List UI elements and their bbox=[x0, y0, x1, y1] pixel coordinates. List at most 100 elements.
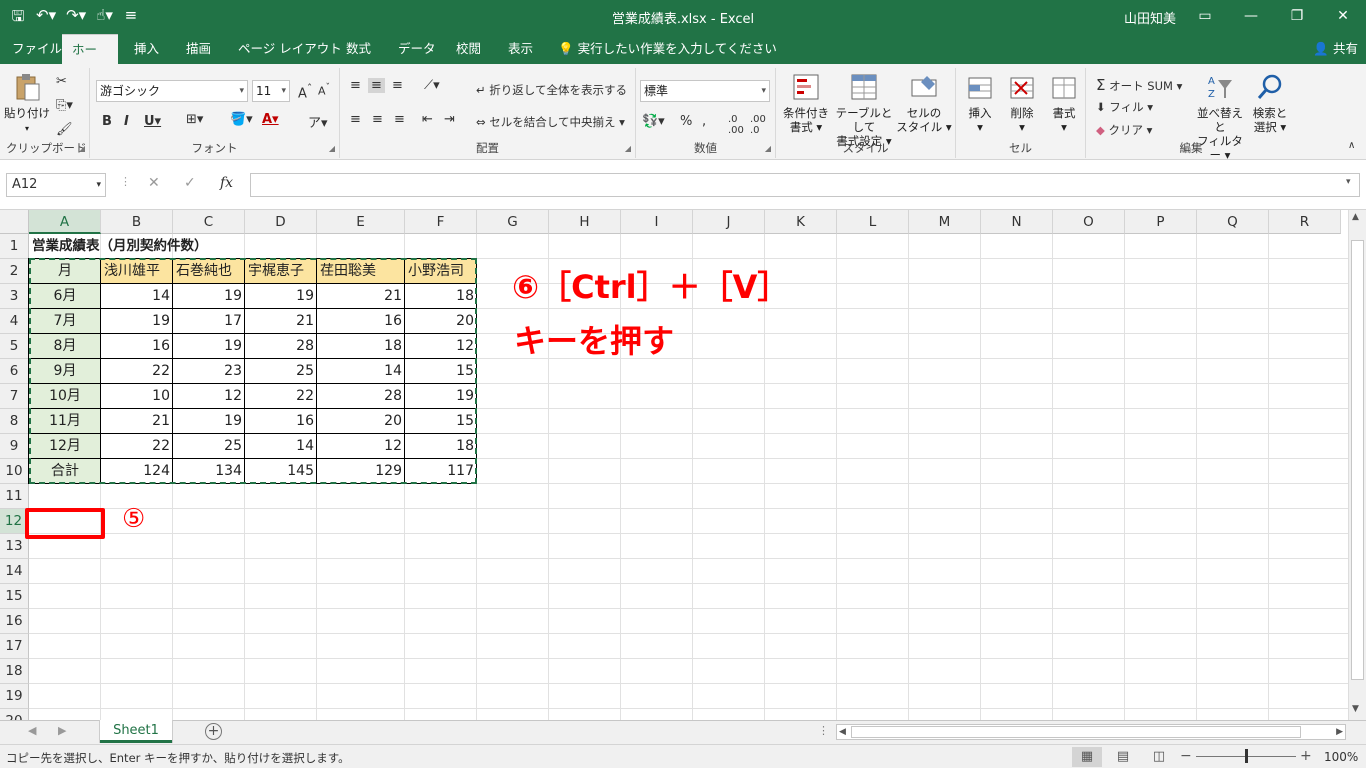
italic-icon[interactable]: I bbox=[124, 114, 129, 129]
page-break-view-icon[interactable]: ◫ bbox=[1144, 747, 1174, 767]
find-select-button[interactable]: 検索と 選択 ▾ bbox=[1248, 72, 1292, 134]
copy-icon[interactable]: ⎘▾ bbox=[56, 98, 73, 113]
next-sheet-icon[interactable]: ▶ bbox=[58, 724, 66, 737]
number-format-combo[interactable]: 標準 ▾ bbox=[640, 80, 770, 102]
tell-me-box[interactable]: 💡 実行したい作業を入力してください bbox=[558, 34, 777, 64]
column-header-d[interactable]: D bbox=[245, 210, 317, 234]
page-layout-view-icon[interactable]: ▤ bbox=[1108, 747, 1138, 767]
sheet-tab-sheet1[interactable]: Sheet1 bbox=[100, 720, 172, 743]
tab-formulas[interactable]: 数式 bbox=[336, 34, 381, 64]
add-sheet-icon[interactable]: + bbox=[205, 723, 222, 740]
zoom-out-icon[interactable]: − bbox=[1180, 748, 1192, 764]
column-header-b[interactable]: B bbox=[101, 210, 173, 234]
zoom-slider-thumb[interactable] bbox=[1245, 749, 1248, 763]
row-header-4[interactable]: 4 bbox=[0, 309, 29, 334]
column-header-h[interactable]: H bbox=[549, 210, 621, 234]
autosum-button[interactable]: Σ オート SUM ▾ bbox=[1096, 76, 1182, 94]
column-header-i[interactable]: I bbox=[621, 210, 693, 234]
cut-icon[interactable]: ✂ bbox=[56, 74, 67, 89]
underline-icon[interactable]: U▾ bbox=[144, 114, 161, 129]
decrease-indent-icon[interactable]: ⇤ bbox=[422, 112, 433, 127]
tab-page-layout[interactable]: ページ レイアウト bbox=[228, 34, 352, 64]
decrease-font-icon[interactable]: Aˇ bbox=[318, 82, 330, 98]
vertical-scroll-thumb[interactable] bbox=[1351, 240, 1364, 680]
row-header-20[interactable]: 20 bbox=[0, 709, 29, 720]
row-header-14[interactable]: 14 bbox=[0, 559, 29, 584]
align-center-icon[interactable]: ≡ bbox=[372, 112, 383, 127]
conditional-formatting-button[interactable]: 条件付き 書式 ▾ bbox=[778, 72, 834, 134]
column-header-q[interactable]: Q bbox=[1197, 210, 1269, 234]
borders-icon[interactable]: ⊞▾ bbox=[186, 112, 203, 127]
align-bottom-icon[interactable]: ≡ bbox=[392, 78, 403, 93]
enter-icon[interactable]: ✓ bbox=[184, 175, 196, 191]
paste-button[interactable]: 貼り付け ▾ bbox=[4, 72, 50, 136]
wrap-text-button[interactable]: ↵ 折り返して全体を表示する bbox=[476, 82, 627, 98]
font-size-combo[interactable]: 11 ▾ bbox=[252, 80, 290, 102]
sheet-title-cell[interactable]: 営業成績表（月別契約件数） bbox=[29, 234, 211, 259]
align-left-icon[interactable]: ≡ bbox=[350, 112, 361, 127]
dialog-launcher-icon[interactable]: ◢ bbox=[329, 144, 335, 153]
scroll-down-icon[interactable]: ▼ bbox=[1352, 704, 1359, 714]
tab-insert[interactable]: 挿入 bbox=[124, 34, 169, 64]
name-box[interactable]: A12 ▾ bbox=[6, 173, 106, 197]
merge-center-button[interactable]: ⇔ セルを結合して中央揃え ▾ bbox=[476, 114, 625, 130]
tab-home[interactable]: ホーム bbox=[62, 34, 118, 87]
scroll-right-icon[interactable]: ▶ bbox=[1336, 725, 1343, 739]
tab-data[interactable]: データ bbox=[388, 34, 446, 64]
expand-formula-icon[interactable]: ▾ bbox=[1346, 177, 1351, 187]
minimize-icon[interactable]: — bbox=[1228, 0, 1274, 32]
collapse-ribbon-icon[interactable]: ∧ bbox=[1348, 140, 1355, 151]
row-header-8[interactable]: 8 bbox=[0, 409, 29, 434]
align-middle-icon[interactable]: ≡ bbox=[368, 78, 385, 93]
ribbon-display-icon[interactable]: ▭ bbox=[1182, 0, 1228, 32]
prev-sheet-icon[interactable]: ◀ bbox=[28, 724, 36, 737]
font-color-icon[interactable]: A▾ bbox=[262, 112, 279, 127]
column-header-g[interactable]: G bbox=[477, 210, 549, 234]
row-header-11[interactable]: 11 bbox=[0, 484, 29, 509]
column-header-m[interactable]: M bbox=[909, 210, 981, 234]
horizontal-scrollbar[interactable]: ◀ ▶ bbox=[836, 724, 1346, 740]
restore-icon[interactable]: ❐ bbox=[1274, 0, 1320, 32]
column-header-r[interactable]: R bbox=[1269, 210, 1341, 234]
format-cells-button[interactable]: 書式 ▾ bbox=[1044, 72, 1084, 134]
normal-view-icon[interactable]: ▦ bbox=[1072, 747, 1102, 767]
orientation-icon[interactable]: ⟋▾ bbox=[424, 78, 440, 93]
scroll-up-icon[interactable]: ▲ bbox=[1352, 212, 1359, 222]
increase-indent-icon[interactable]: ⇥ bbox=[444, 112, 455, 127]
row-header-3[interactable]: 3 bbox=[0, 284, 29, 309]
cell-styles-button[interactable]: セルの スタイル ▾ bbox=[896, 72, 952, 134]
row-header-9[interactable]: 9 bbox=[0, 434, 29, 459]
clear-button[interactable]: ◆ クリア ▾ bbox=[1096, 122, 1152, 138]
row-header-19[interactable]: 19 bbox=[0, 684, 29, 709]
format-as-table-button[interactable]: テーブルとして 書式設定 ▾ bbox=[832, 72, 896, 148]
delete-cells-button[interactable]: 削除 ▾ bbox=[1002, 72, 1042, 134]
worksheet-grid[interactable]: ABCDEFGHIJKLMNOPQR 1 2 3 4 5 6 7 8 9 10 11 12 13 14 15… bbox=[0, 210, 1366, 720]
zoom-in-icon[interactable]: + bbox=[1300, 748, 1312, 764]
row-header-7[interactable]: 7 bbox=[0, 384, 29, 409]
column-header-f[interactable]: F bbox=[405, 210, 477, 234]
tab-view[interactable]: 表示 bbox=[498, 34, 543, 64]
select-all-corner[interactable] bbox=[0, 210, 29, 234]
column-header-a[interactable]: A bbox=[29, 210, 101, 234]
column-header-j[interactable]: J bbox=[693, 210, 765, 234]
row-header-1[interactable]: 1 bbox=[0, 234, 29, 259]
column-header-o[interactable]: O bbox=[1053, 210, 1125, 234]
insert-function-icon[interactable]: fx bbox=[220, 175, 233, 191]
bold-icon[interactable]: B bbox=[102, 114, 112, 129]
share-button[interactable]: 👤 共有 bbox=[1313, 34, 1358, 64]
formula-input[interactable] bbox=[250, 173, 1360, 197]
column-header-k[interactable]: K bbox=[765, 210, 837, 234]
column-header-e[interactable]: E bbox=[317, 210, 405, 234]
row-header-17[interactable]: 17 bbox=[0, 634, 29, 659]
scroll-left-icon[interactable]: ◀ bbox=[839, 725, 846, 739]
column-header-l[interactable]: L bbox=[837, 210, 909, 234]
row-header-15[interactable]: 15 bbox=[0, 584, 29, 609]
row-header-16[interactable]: 16 bbox=[0, 609, 29, 634]
dialog-launcher-icon[interactable]: ◢ bbox=[79, 144, 85, 153]
fill-button[interactable]: ⬇ フィル ▾ bbox=[1096, 99, 1153, 115]
align-right-icon[interactable]: ≡ bbox=[394, 112, 405, 127]
percent-icon[interactable]: % bbox=[680, 114, 692, 129]
accounting-icon[interactable]: 💱▾ bbox=[642, 114, 665, 129]
format-painter-icon[interactable]: 🖌 bbox=[56, 122, 73, 137]
row-header-6[interactable]: 6 bbox=[0, 359, 29, 384]
